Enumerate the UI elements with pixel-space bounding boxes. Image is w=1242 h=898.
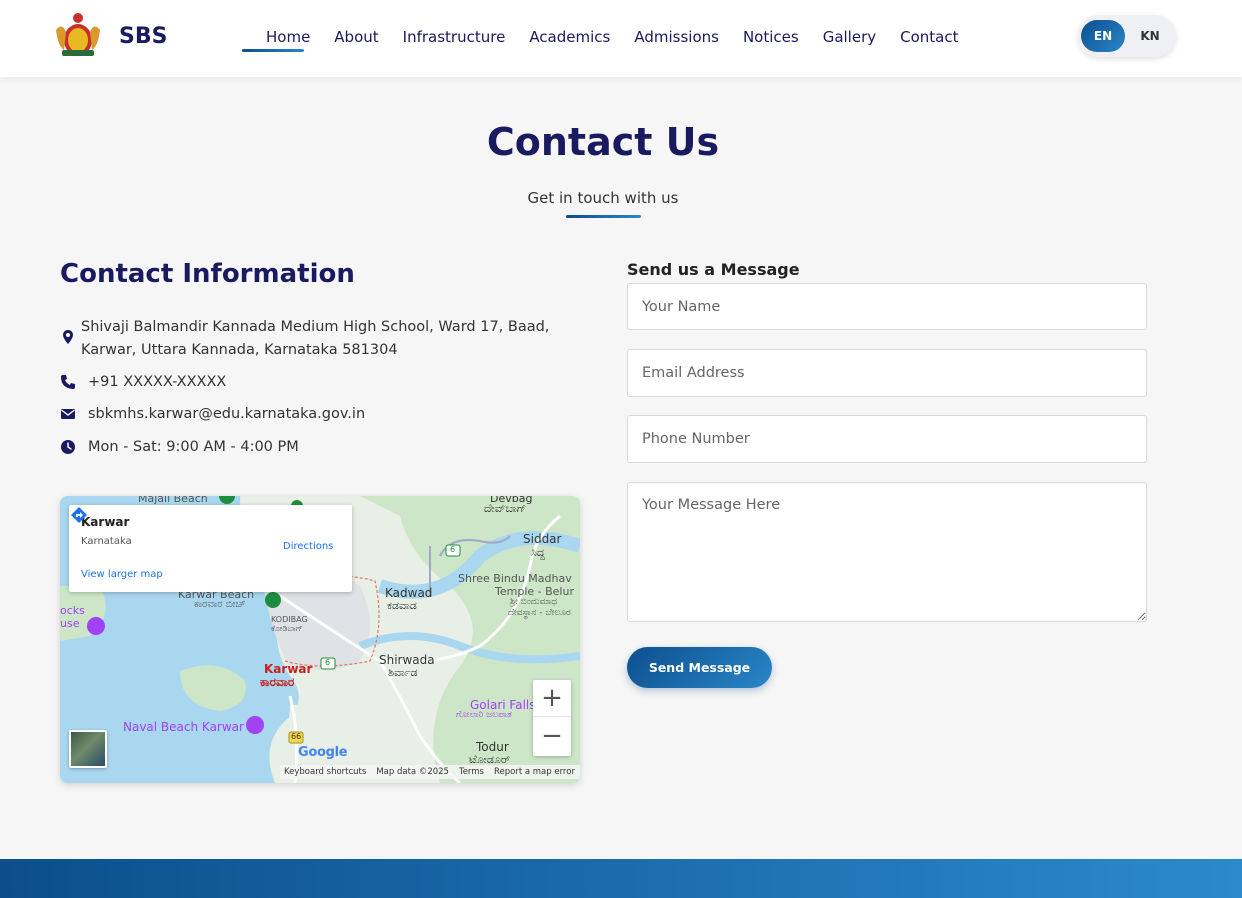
nav-notices[interactable]: Notices — [731, 26, 811, 50]
phone-text: +91 XXXXX-XXXXX — [88, 374, 227, 390]
map-label-shree: Shree Bindu Madhav — [458, 572, 572, 585]
address-row: Shivaji Balmandir Kannada Medium High Sc… — [60, 316, 580, 362]
report-error-link[interactable]: Report a map error — [494, 767, 575, 777]
map-label-karwar-kn: ಕಾರವಾರ — [260, 675, 295, 689]
phone-row: +91 XXXXX-XXXXX — [60, 371, 226, 394]
map-label-use: use — [60, 617, 80, 630]
emblem-logo[interactable] — [52, 10, 104, 58]
site-header: SBS Home About Infrastructure Academics … — [0, 0, 1242, 77]
map-label-temple-kn2: ದೇವಸ್ಥಾನ - ಬೇಲೂರ — [508, 608, 571, 618]
title-underline — [566, 215, 641, 218]
map-place-card: Karwar Karnataka View larger map Directi… — [69, 505, 352, 592]
nav-infrastructure[interactable]: Infrastructure — [391, 26, 518, 50]
directions-icon[interactable] — [69, 505, 89, 525]
nav-admissions[interactable]: Admissions — [622, 26, 731, 50]
page-subtitle: Get in touch with us — [527, 189, 679, 207]
map-label-todur: Todur — [476, 740, 509, 754]
map-label-naval-beach: Naval Beach Karwar — [123, 720, 244, 734]
map-label-temple-kn1: ಶ್ರೀ ಬಿಂದುಮಾಧ — [510, 597, 558, 607]
map-label-shirwada-kn: ಶಿರ್ವಾಡ — [388, 666, 418, 679]
route-shield-66: 66 — [291, 732, 302, 741]
lang-en-button[interactable]: EN — [1081, 20, 1125, 52]
view-larger-map-link[interactable]: View larger map — [81, 569, 163, 580]
directions-link[interactable]: Directions — [283, 541, 333, 552]
map-label-majali: Majali Beach — [138, 496, 208, 505]
address-line-1: Shivaji Balmandir Kannada Medium High Sc… — [81, 319, 550, 335]
envelope-icon — [61, 409, 75, 419]
contact-info-heading: Contact Information — [60, 259, 355, 289]
page-title: Contact Us — [486, 120, 720, 164]
name-input[interactable] — [627, 283, 1147, 330]
nav-gallery[interactable]: Gallery — [811, 26, 888, 50]
zoom-in-button[interactable]: + — [533, 680, 571, 717]
nav-about[interactable]: About — [322, 26, 390, 50]
route-shield-6b: 6 — [325, 658, 331, 667]
main-nav: Home About Infrastructure Academics Admi… — [254, 26, 971, 50]
terms-link[interactable]: Terms — [459, 767, 484, 777]
map-label-devbag-kn: ದೇವ್‌ಬಾಗ್ — [484, 502, 527, 515]
email-text: sbkmhs.karwar@edu.karnataka.gov.in — [88, 406, 366, 422]
map-label-kodibag-kn: ಕೋಡಿಬಾಗ್ — [271, 624, 303, 633]
map-label-shirwada: Shirwada — [379, 653, 435, 667]
map-data-text: Map data ©2025 — [376, 767, 449, 777]
nav-contact[interactable]: Contact — [888, 26, 970, 50]
phone-input[interactable] — [627, 415, 1147, 463]
map-label-kadwad: Kadwad — [385, 586, 433, 600]
location-pin-icon — [63, 330, 73, 344]
route-shield-6a: 6 — [450, 545, 456, 554]
active-nav-indicator — [242, 49, 304, 52]
map-label-ocks: ocks — [60, 604, 85, 617]
google-logo: Google — [298, 745, 348, 760]
phone-icon — [61, 375, 75, 389]
brand-name[interactable]: SBS — [119, 24, 167, 49]
hours-text: Mon - Sat: 9:00 AM - 4:00 PM — [88, 439, 299, 455]
site-footer — [0, 859, 1242, 898]
map-place-subtitle: Karnataka — [81, 536, 132, 547]
address-line-2: Karwar, Uttara Kannada, Karnataka 581304 — [81, 342, 398, 358]
hours-row: Mon - Sat: 9:00 AM - 4:00 PM — [60, 436, 299, 459]
nav-home[interactable]: Home — [254, 26, 322, 50]
embedded-map[interactable]: Majali Beach Devbag ದೇವ್‌ಬಾಗ್ Siddar ಸಿದ… — [60, 496, 580, 783]
form-heading: Send us a Message — [627, 260, 800, 279]
address-text: Shivaji Balmandir Kannada Medium High Sc… — [81, 316, 549, 362]
map-label-siddar-kn: ಸಿದ್ದ — [531, 546, 545, 559]
google-logo-text: Google — [298, 745, 348, 760]
map-label-karwar: Karwar — [264, 662, 313, 676]
clock-icon — [61, 440, 75, 454]
message-textarea[interactable] — [627, 482, 1147, 622]
satellite-toggle[interactable] — [69, 730, 107, 768]
lang-kn-button[interactable]: KN — [1130, 20, 1170, 52]
map-label-kadwad-kn: ಕಡವಾಡ — [387, 599, 417, 612]
map-zoom-controls: + − — [533, 680, 571, 756]
nav-academics[interactable]: Academics — [517, 26, 622, 50]
map-label-siddar: Siddar — [523, 532, 562, 546]
language-toggle: EN KN — [1078, 15, 1176, 57]
zoom-out-button[interactable]: − — [533, 718, 571, 755]
keyboard-shortcuts-link[interactable]: Keyboard shortcuts — [284, 767, 366, 777]
map-attribution: Keyboard shortcuts Map data ©2025 Terms … — [280, 765, 580, 779]
map-label-golari-kn: ಗೋಲಾರಿ ಜಲಪಾತ — [456, 710, 512, 720]
send-message-button[interactable]: Send Message — [627, 647, 772, 688]
map-label-kodibag: KODIBAG — [271, 615, 308, 624]
email-row: sbkmhs.karwar@edu.karnataka.gov.in — [60, 403, 365, 426]
map-label-karwar-beach-kn: ಕಾರವಾರ ಬೀಚ್ — [194, 599, 246, 610]
email-input[interactable] — [627, 349, 1147, 397]
